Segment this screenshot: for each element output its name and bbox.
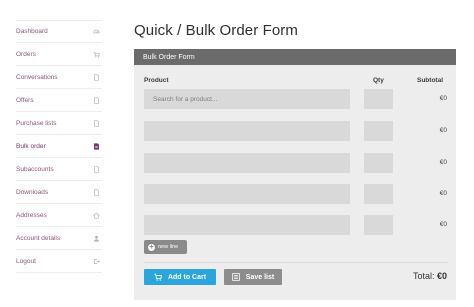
sidebar-item-label: Offers	[16, 96, 34, 104]
product-search-input[interactable]	[144, 121, 350, 141]
qty-input[interactable]	[364, 215, 393, 235]
save-list-button[interactable]: Save list	[224, 269, 282, 285]
document-icon	[92, 73, 100, 81]
logout-icon	[92, 257, 100, 265]
plus-icon: +	[148, 243, 155, 251]
sidebar-item-label: Downloads	[16, 188, 49, 196]
row-subtotal: €0	[439, 190, 447, 197]
qty-input[interactable]	[364, 153, 393, 173]
product-search-input[interactable]	[144, 89, 350, 109]
sidebar-item-label: Conversations	[16, 73, 58, 81]
sidebar-item-downloads[interactable]: Downloads	[16, 181, 102, 204]
order-row: €0	[144, 89, 449, 109]
product-search-input[interactable]	[144, 215, 350, 235]
bulk-order-panel: Bulk Order Form Product Qty Subtotal €0 …	[134, 49, 456, 300]
product-search-input[interactable]	[144, 153, 350, 173]
sidebar-item-addresses[interactable]: Addresses	[16, 204, 102, 227]
dashboard-icon	[92, 28, 100, 36]
user-icon	[92, 234, 100, 242]
cart-icon	[92, 50, 100, 58]
sidebar-item-label: Bulk order	[16, 142, 46, 150]
sidebar-item-label: Subaccounts	[16, 165, 54, 173]
sidebar-item-orders[interactable]: Orders	[16, 43, 102, 66]
sidebar-item-logout[interactable]: Logout	[16, 250, 102, 273]
document-icon	[92, 119, 100, 127]
sidebar-item-label: Addresses	[16, 211, 47, 219]
account-sidebar: Dashboard Orders Conversations Offers Pu…	[16, 20, 102, 273]
panel-header: Bulk Order Form	[134, 49, 456, 65]
document-icon	[92, 96, 100, 104]
sidebar-item-label: Dashboard	[16, 28, 48, 35]
sidebar-item-label: Logout	[16, 257, 36, 265]
divider	[144, 262, 448, 263]
qty-input[interactable]	[364, 121, 393, 141]
sidebar-item-conversations[interactable]: Conversations	[16, 66, 102, 89]
sidebar-item-label: Purchase lists	[16, 119, 57, 127]
total-label: Total:	[412, 271, 435, 281]
qty-input[interactable]	[364, 89, 393, 109]
sidebar-item-label: Account details	[16, 234, 61, 242]
save-list-label: Save list	[245, 273, 275, 281]
cart-icon	[154, 273, 162, 281]
sidebar-item-account-details[interactable]: Account details	[16, 227, 102, 250]
order-row: €0	[144, 121, 449, 141]
row-subtotal: €0	[439, 95, 447, 102]
sidebar-item-bulk-order[interactable]: Bulk order	[16, 135, 102, 158]
add-to-cart-button[interactable]: Add to Cart	[144, 269, 216, 285]
new-line-label: new line	[158, 244, 179, 250]
total-value: €0	[436, 271, 447, 281]
order-row: €0	[144, 153, 449, 173]
document-icon	[92, 165, 100, 173]
page-title: Quick / Bulk Order Form	[134, 22, 298, 39]
row-subtotal: €0	[439, 159, 447, 166]
document-icon	[92, 142, 100, 150]
row-subtotal: €0	[439, 221, 447, 228]
sidebar-item-dashboard[interactable]: Dashboard	[16, 20, 102, 43]
product-search-input[interactable]	[144, 184, 350, 204]
list-icon	[232, 273, 240, 281]
sidebar-item-offers[interactable]: Offers	[16, 89, 102, 112]
order-row: €0	[144, 215, 449, 235]
add-to-cart-label: Add to Cart	[167, 273, 207, 281]
row-subtotal: €0	[439, 127, 447, 134]
order-row: €0	[144, 184, 449, 204]
qty-input[interactable]	[364, 184, 393, 204]
home-icon	[92, 211, 100, 219]
sidebar-item-label: Orders	[16, 50, 36, 58]
column-header-qty: Qty	[373, 77, 384, 84]
sidebar-item-purchase-lists[interactable]: Purchase lists	[16, 112, 102, 135]
document-icon	[92, 188, 100, 196]
sidebar-item-subaccounts[interactable]: Subaccounts	[16, 158, 102, 181]
order-total: Total: €0	[413, 271, 447, 281]
column-header-subtotal: Subtotal	[417, 77, 443, 84]
column-header-product: Product	[144, 77, 169, 84]
new-line-button[interactable]: + new line	[144, 240, 187, 254]
